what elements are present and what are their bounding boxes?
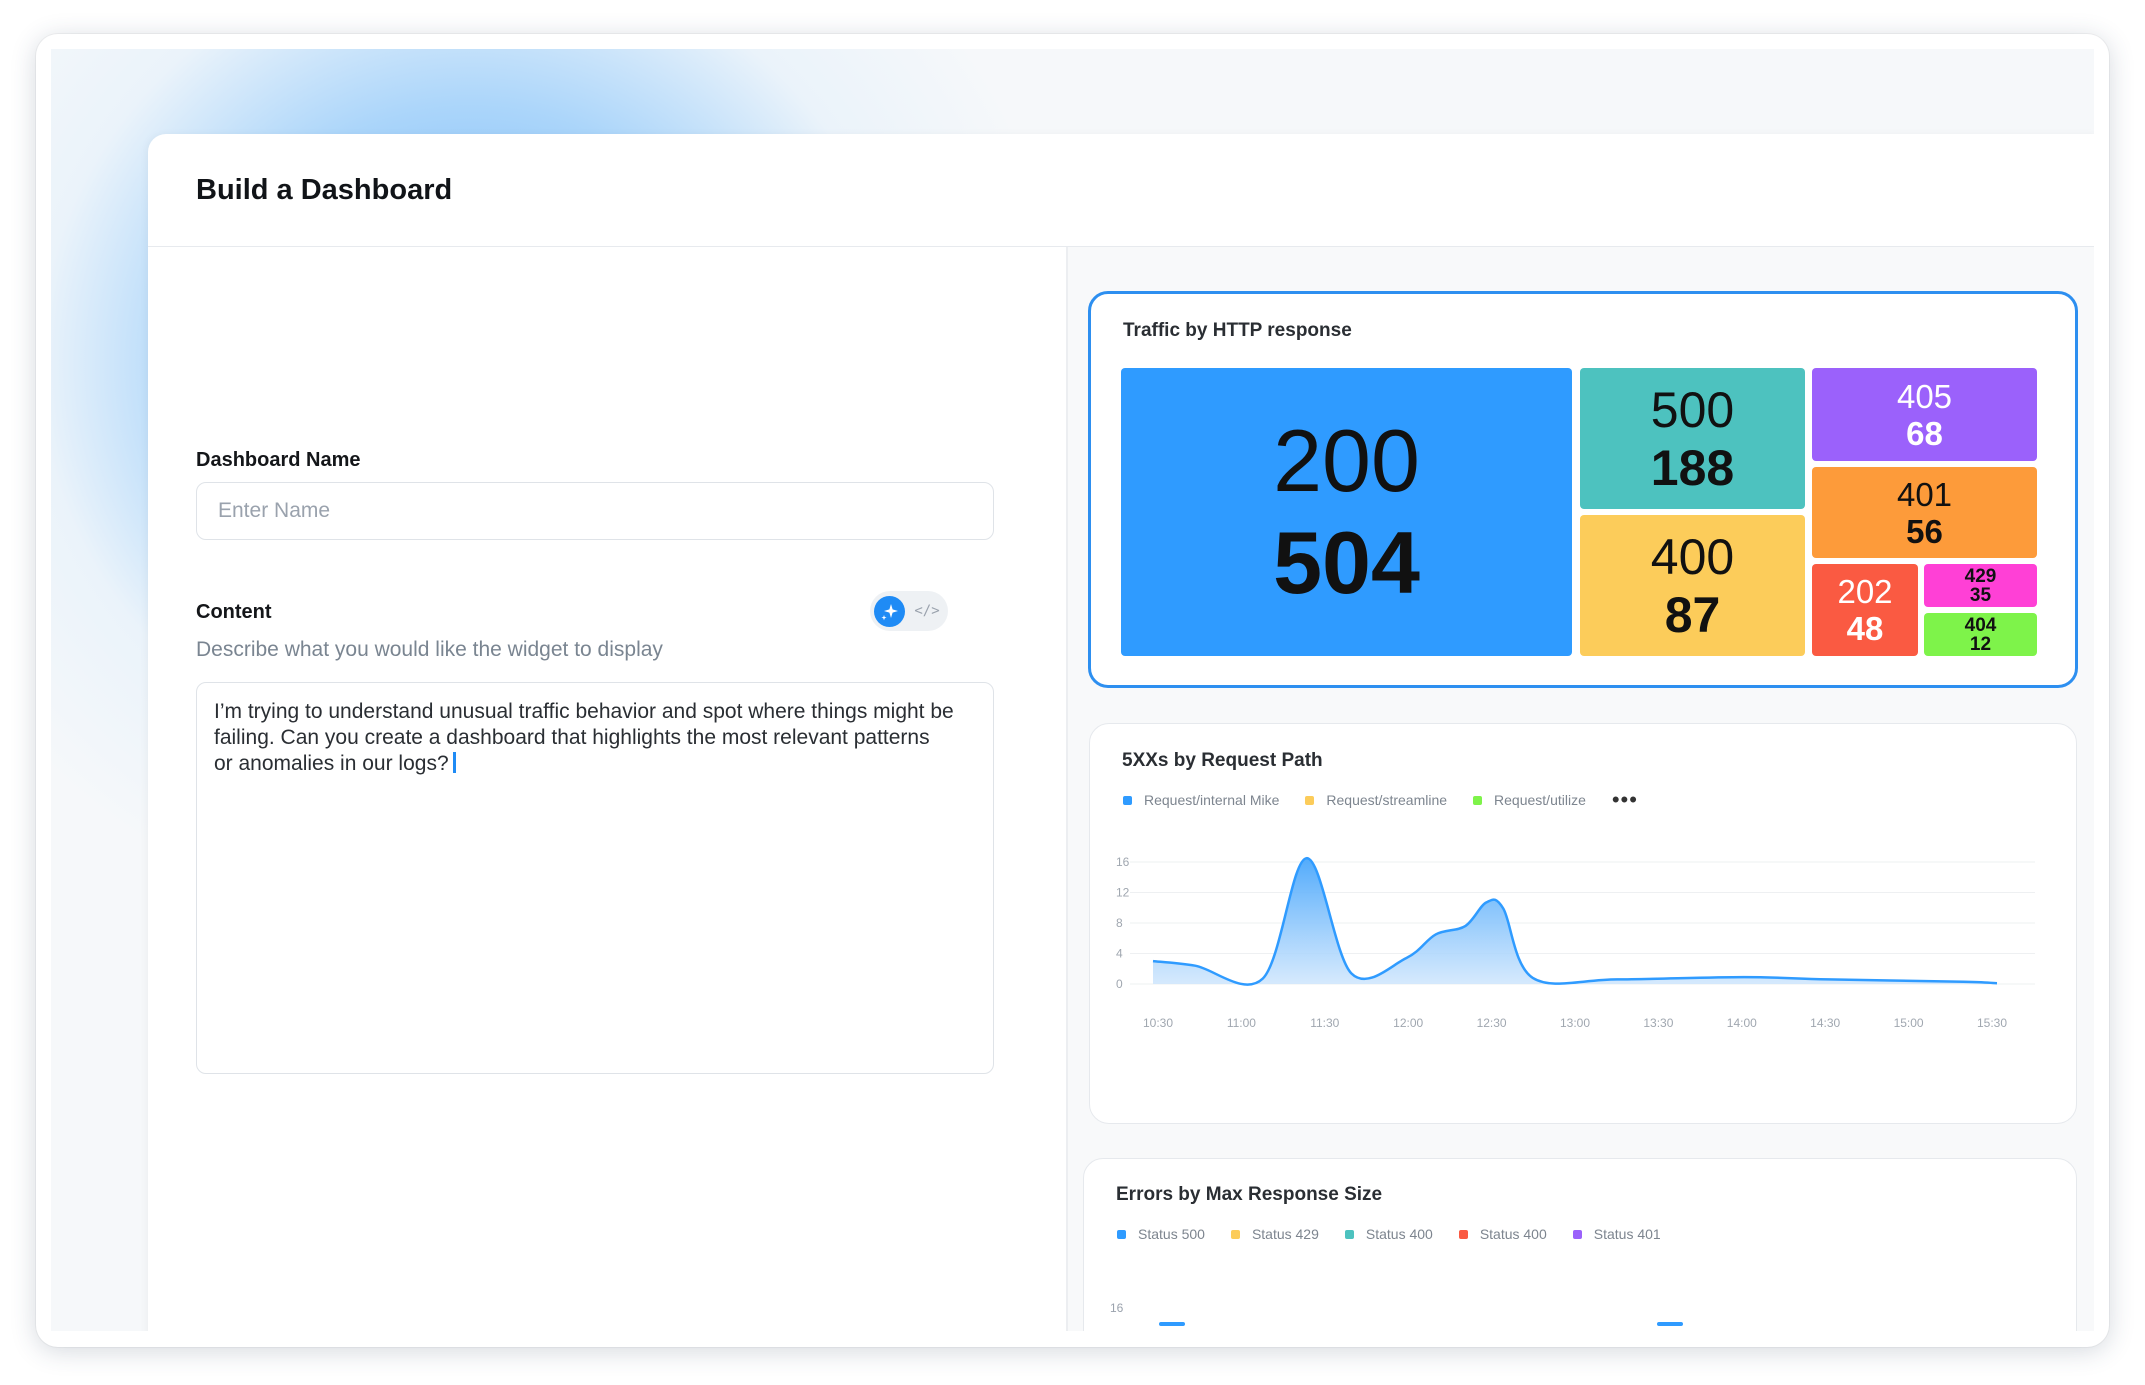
- legend-label: Status 400: [1479, 1226, 1547, 1242]
- treemap-count: 188: [1650, 439, 1735, 496]
- dashboard-name-input[interactable]: [196, 482, 994, 540]
- response-size-legend: Status 500 Status 429 Status 400 Status …: [1117, 1226, 1687, 1242]
- treemap-cell-401[interactable]: 401 56: [1812, 467, 2037, 558]
- legend-item[interactable]: Request/utilize: [1473, 792, 1586, 808]
- treemap-cell-404[interactable]: 404 12: [1924, 613, 2037, 656]
- treemap-code: 401: [1896, 475, 1953, 513]
- legend-label: Status 400: [1365, 1226, 1433, 1242]
- treemap-count: 48: [1846, 610, 1884, 647]
- legend-swatch: [1458, 1229, 1468, 1239]
- legend-swatch: [1117, 1229, 1126, 1239]
- y-tick-label: 16: [1116, 855, 1130, 869]
- legend-label: Request/internal Mike: [1144, 792, 1280, 808]
- treemap-cell-200[interactable]: 200 504: [1121, 368, 1572, 656]
- request-path-legend: Request/internal Mike Request/streamline…: [1123, 789, 1638, 811]
- request-path-area-chart: 0 4 8 12 16 10:30 11:00 11:30 12:00 12:30 13:00 13:…: [1116, 855, 2035, 1030]
- y-tick-label: 4: [1116, 947, 1123, 961]
- treemap-cell-405[interactable]: 405 68: [1812, 368, 2037, 461]
- x-tick-label: 15:30: [1977, 1016, 2007, 1030]
- treemap-cell-500[interactable]: 500 188: [1580, 368, 1805, 509]
- treemap-code: 405: [1896, 377, 1953, 415]
- window-header: Build a Dashboard: [148, 134, 2094, 247]
- preview-pane: Traffic by HTTP response 200 504 500 188…: [1068, 247, 2094, 1331]
- x-tick-label: 11:30: [1310, 1016, 1339, 1030]
- response-size-widget-title: Errors by Max Response Size: [1116, 1184, 1383, 1205]
- legend-swatch: [1123, 795, 1132, 805]
- treemap-count: 12: [1969, 633, 1992, 655]
- treemap-count: 68: [1906, 414, 1943, 452]
- text-caret: [452, 752, 456, 773]
- treemap-cell-429[interactable]: 429 35: [1924, 564, 2037, 607]
- x-tick-label: 13:30: [1643, 1016, 1673, 1030]
- treemap-cell-202[interactable]: 202 48: [1812, 564, 1918, 656]
- traffic-widget-title: Traffic by HTTP response: [1123, 320, 1352, 341]
- code-icon[interactable]: </>: [912, 599, 942, 623]
- treemap-count: 35: [1969, 584, 1992, 606]
- x-tick-label: 15:00: [1894, 1016, 1924, 1030]
- series-area-request-internal-mike[interactable]: [1153, 858, 1997, 985]
- treemap-code: 500: [1650, 381, 1735, 438]
- legend-label: Status 429: [1251, 1226, 1319, 1242]
- treemap-code: 404: [1964, 614, 1997, 636]
- x-tick-label: 11:00: [1227, 1016, 1256, 1030]
- legend-item[interactable]: Request/internal Mike: [1123, 792, 1279, 808]
- x-tick-label: 13:00: [1560, 1016, 1590, 1030]
- request-path-widget-title: 5XXs by Request Path: [1122, 750, 1323, 771]
- sparkle-icon[interactable]: [874, 596, 905, 627]
- response-size-widget-card[interactable]: Errors by Max Response Size Status 500 S…: [1083, 1158, 2077, 1331]
- x-tick-label: 12:30: [1477, 1016, 1507, 1030]
- treemap-code: 202: [1837, 573, 1893, 610]
- dashboard-name-label: Dashboard Name: [196, 449, 361, 471]
- legend-item[interactable]: Status 429: [1230, 1226, 1319, 1242]
- x-tick-label: 10:30: [1143, 1016, 1173, 1030]
- legend-swatch: [1230, 1229, 1240, 1239]
- x-tick-label: 12:00: [1393, 1016, 1423, 1030]
- build-dashboard-window: Build a Dashboard Dashboard Name Content…: [148, 134, 2094, 1331]
- legend-swatch: [1305, 795, 1315, 805]
- content-label: Content: [196, 601, 272, 623]
- more-series-icon[interactable]: •••: [1612, 789, 1638, 811]
- legend-item[interactable]: Status 500: [1117, 1226, 1205, 1242]
- legend-item[interactable]: Status 400: [1344, 1226, 1433, 1242]
- page-title: Build a Dashboard: [196, 174, 453, 206]
- treemap-code: 200: [1273, 411, 1420, 510]
- app-frame: Build a Dashboard Dashboard Name Content…: [36, 34, 2109, 1347]
- legend-swatch: [1572, 1229, 1582, 1239]
- bar-mark: [1159, 1322, 1185, 1326]
- treemap-code: 429: [1964, 565, 1997, 587]
- traffic-widget-card[interactable]: Traffic by HTTP response 200 504 500 188…: [1088, 291, 2078, 688]
- x-tick-label: 14:30: [1810, 1016, 1840, 1030]
- x-tick-label: 14:00: [1727, 1016, 1757, 1030]
- treemap-count: 56: [1906, 512, 1943, 550]
- legend-item[interactable]: Status 401: [1572, 1226, 1661, 1242]
- content-hint: Describe what you would like the widget …: [196, 638, 663, 661]
- legend-label: Request/utilize: [1494, 792, 1586, 808]
- form-pane: Dashboard Name Content </> Describe what…: [148, 247, 1066, 1331]
- y-tick-label: 12: [1116, 886, 1130, 900]
- content-textarea[interactable]: I’m trying to understand unusual traffic…: [196, 682, 994, 1074]
- request-path-widget-card[interactable]: 5XXs by Request Path Request/internal Mi…: [1089, 723, 2077, 1124]
- treemap-count: 87: [1664, 586, 1721, 643]
- y-tick-label: 16: [1110, 1301, 1124, 1315]
- legend-label: Status 401: [1593, 1226, 1661, 1242]
- app-stage: Build a Dashboard Dashboard Name Content…: [51, 49, 2094, 1331]
- legend-label: Request/streamline: [1326, 792, 1448, 808]
- legend-label: Status 500: [1138, 1226, 1205, 1242]
- content-mode-toggle[interactable]: </>: [870, 591, 948, 631]
- treemap-cell-400[interactable]: 400 87: [1580, 515, 1805, 656]
- legend-item[interactable]: Status 400: [1458, 1226, 1547, 1242]
- legend-item[interactable]: Request/streamline: [1305, 792, 1447, 808]
- treemap-count: 504: [1273, 513, 1420, 612]
- legend-swatch: [1473, 795, 1483, 805]
- y-tick-label: 0: [1116, 977, 1123, 991]
- bar-mark: [1657, 1322, 1683, 1326]
- y-tick-label: 8: [1116, 916, 1123, 930]
- legend-swatch: [1344, 1229, 1354, 1239]
- treemap-code: 400: [1650, 528, 1735, 585]
- content-text: I’m trying to understand unusual traffic…: [214, 700, 954, 775]
